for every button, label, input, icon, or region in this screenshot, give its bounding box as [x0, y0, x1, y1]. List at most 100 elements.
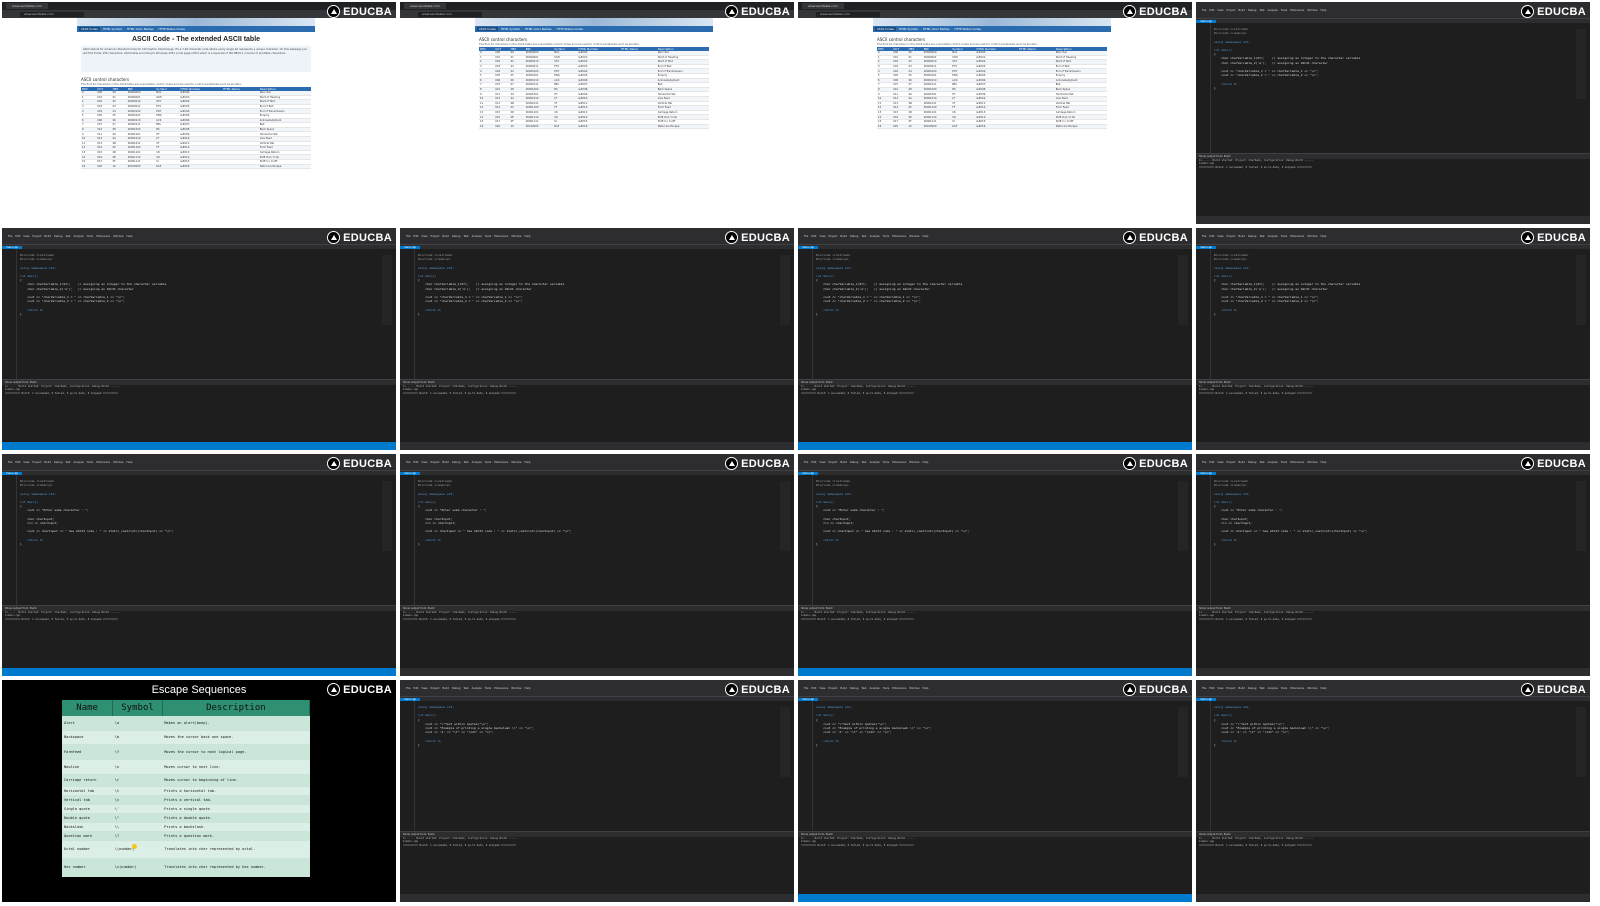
- menu-item[interactable]: File: [1202, 9, 1206, 12]
- menu-item[interactable]: Edit: [413, 687, 418, 690]
- menu-item[interactable]: Edit: [1209, 461, 1214, 464]
- code-text[interactable]: #include <iostream> #include <iomanip> us…: [418, 253, 770, 375]
- menu-item[interactable]: Test: [1259, 461, 1264, 464]
- nav-tab[interactable]: HTML Color Names: [523, 27, 554, 31]
- menu-item[interactable]: Extensions: [96, 461, 110, 464]
- menu-item[interactable]: Help: [127, 235, 133, 238]
- menu-item[interactable]: Tools: [1281, 461, 1287, 464]
- menu-item[interactable]: Window: [1307, 235, 1317, 238]
- code-text[interactable]: using namespace std; int main(){ cout <<…: [1214, 705, 1566, 827]
- menu-item[interactable]: Extensions: [494, 235, 508, 238]
- code-editor[interactable]: #include <iostream> #include <iomanip> us…: [1196, 249, 1590, 379]
- menu-item[interactable]: Edit: [1209, 687, 1214, 690]
- menu-item[interactable]: Tools: [87, 461, 93, 464]
- menu-item[interactable]: View: [23, 235, 29, 238]
- url-field[interactable]: www.asciitable.com: [20, 11, 84, 17]
- menu-item[interactable]: View: [1217, 235, 1223, 238]
- menu-item[interactable]: Analyze: [472, 235, 482, 238]
- menu-item[interactable]: File: [406, 235, 410, 238]
- menu-item[interactable]: File: [804, 461, 808, 464]
- menu-item[interactable]: Project: [829, 235, 838, 238]
- code-text[interactable]: #include <iostream> #include <iomanip> us…: [418, 479, 770, 601]
- nav-tab[interactable]: HTML Symbol: [897, 27, 920, 31]
- menu-item[interactable]: Build: [1238, 235, 1245, 238]
- code-editor[interactable]: using namespace std; int main(){ cout <<…: [1196, 701, 1590, 831]
- menu-item[interactable]: Extensions: [892, 461, 906, 464]
- menu-item[interactable]: Tools: [1281, 687, 1287, 690]
- menu-item[interactable]: Analyze: [74, 461, 84, 464]
- menu-item[interactable]: Tools: [485, 461, 491, 464]
- menu-item[interactable]: Tools: [87, 235, 93, 238]
- menu-item[interactable]: Project: [1227, 9, 1236, 12]
- code-text[interactable]: #include <iostream> #include <iomanip> us…: [1214, 27, 1566, 149]
- menu-item[interactable]: Window: [1307, 461, 1317, 464]
- menu-item[interactable]: Window: [1307, 687, 1317, 690]
- menu-item[interactable]: Tools: [1281, 9, 1287, 12]
- menu-item[interactable]: View: [1217, 9, 1223, 12]
- menu-item[interactable]: View: [421, 235, 427, 238]
- menu-item[interactable]: Edit: [1209, 235, 1214, 238]
- menu-item[interactable]: View: [819, 461, 825, 464]
- menu-item[interactable]: Test: [65, 461, 70, 464]
- menu-item[interactable]: File: [804, 687, 808, 690]
- menu-item[interactable]: Extensions: [892, 687, 906, 690]
- menu-item[interactable]: Window: [511, 461, 521, 464]
- menu-item[interactable]: Test: [861, 235, 866, 238]
- url-field[interactable]: www.asciitable.com: [418, 11, 482, 17]
- menu-item[interactable]: Analyze: [472, 461, 482, 464]
- menu-item[interactable]: File: [8, 461, 12, 464]
- browser-tab[interactable]: www.asciitable.com: [802, 3, 844, 9]
- menu-item[interactable]: Edit: [15, 235, 20, 238]
- code-editor[interactable]: #include <iostream> #include <iomanip> us…: [1196, 475, 1590, 605]
- nav-tab[interactable]: ASCII Codes: [477, 27, 498, 31]
- menu-item[interactable]: Analyze: [1268, 461, 1278, 464]
- menu-item[interactable]: Project: [431, 235, 440, 238]
- code-text[interactable]: #include <iostream> #include <iomanip> us…: [20, 253, 372, 375]
- menu-item[interactable]: Debug: [1248, 9, 1257, 12]
- menu-item[interactable]: Build: [840, 235, 847, 238]
- menu-item[interactable]: Analyze: [870, 687, 880, 690]
- menu-item[interactable]: Test: [861, 461, 866, 464]
- code-editor[interactable]: #include <iostream> #include <iomanip> us…: [798, 249, 1192, 379]
- menu-item[interactable]: Extensions: [96, 235, 110, 238]
- menu-item[interactable]: Tools: [883, 235, 889, 238]
- menu-item[interactable]: File: [8, 235, 12, 238]
- code-text[interactable]: #include <iostream> #include <iomanip> us…: [816, 479, 1168, 601]
- menu-item[interactable]: Tools: [485, 687, 491, 690]
- nav-tab[interactable]: HTML Symbol: [499, 27, 522, 31]
- menu-item[interactable]: View: [819, 687, 825, 690]
- menu-item[interactable]: Analyze: [870, 461, 880, 464]
- menu-item[interactable]: Help: [1321, 9, 1327, 12]
- nav-tab[interactable]: ASCII Codes: [875, 27, 896, 31]
- menu-item[interactable]: Window: [909, 461, 919, 464]
- code-text[interactable]: using namespace std; int main(){ cout <<…: [816, 705, 1168, 827]
- menu-item[interactable]: Edit: [811, 235, 816, 238]
- nav-tab[interactable]: HTML Symbol: [101, 27, 124, 31]
- code-editor[interactable]: #include <iostream> #include <iomanip> us…: [2, 475, 396, 605]
- menu-item[interactable]: File: [406, 687, 410, 690]
- menu-item[interactable]: Help: [525, 461, 531, 464]
- menu-item[interactable]: Build: [1238, 461, 1245, 464]
- menu-item[interactable]: File: [1202, 235, 1206, 238]
- nav-tab[interactable]: ASCII Codes: [79, 27, 100, 31]
- menu-item[interactable]: File: [1202, 461, 1206, 464]
- menu-item[interactable]: Edit: [413, 235, 418, 238]
- browser-tab[interactable]: www.asciitable.com: [6, 3, 48, 9]
- nav-tab[interactable]: HTTP Status Codes: [554, 27, 584, 31]
- menu-item[interactable]: View: [819, 235, 825, 238]
- menu-item[interactable]: Edit: [1209, 9, 1214, 12]
- menu-item[interactable]: Project: [431, 461, 440, 464]
- menu-item[interactable]: File: [804, 235, 808, 238]
- menu-item[interactable]: Extensions: [892, 235, 906, 238]
- menu-item[interactable]: Extensions: [1290, 235, 1304, 238]
- menu-item[interactable]: View: [23, 461, 29, 464]
- nav-tab[interactable]: HTML Color Names: [125, 27, 156, 31]
- code-editor[interactable]: #include <iostream> #include <iomanip> us…: [798, 475, 1192, 605]
- menu-item[interactable]: Debug: [54, 461, 63, 464]
- menu-item[interactable]: View: [1217, 687, 1223, 690]
- menu-item[interactable]: Build: [840, 461, 847, 464]
- menu-item[interactable]: Debug: [452, 687, 461, 690]
- menu-item[interactable]: Project: [431, 687, 440, 690]
- menu-item[interactable]: Project: [1227, 687, 1236, 690]
- menu-item[interactable]: Tools: [883, 687, 889, 690]
